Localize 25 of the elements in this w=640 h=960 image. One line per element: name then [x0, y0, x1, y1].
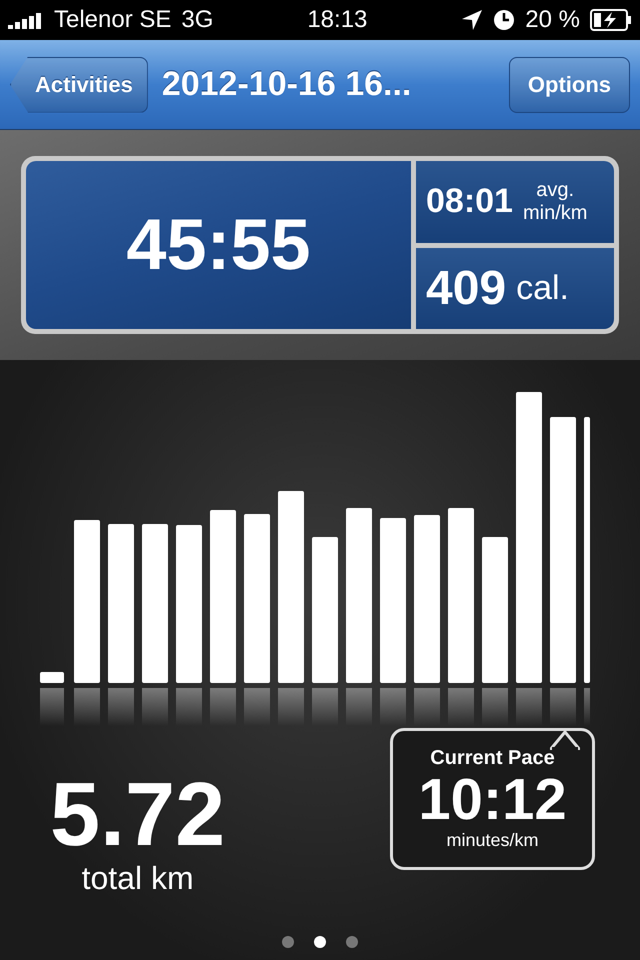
clock-icon: [493, 9, 516, 31]
current-pace-label: Current Pace: [430, 746, 555, 770]
current-pace-unit: minutes/km: [446, 830, 539, 852]
distance-unit: total km: [82, 860, 194, 897]
duration: 45:55: [26, 161, 411, 329]
options-button[interactable]: Options: [508, 56, 630, 112]
carrier-name: Telenor SE: [54, 6, 172, 34]
pace-unit: min/km: [522, 202, 588, 225]
page-dot[interactable]: [314, 936, 326, 948]
network-type: 3G: [181, 6, 214, 34]
page-dot[interactable]: [282, 936, 294, 948]
location-icon: [461, 9, 484, 31]
back-button[interactable]: Activities: [10, 56, 148, 112]
calories-value: 409: [426, 260, 506, 316]
nav-title: 2012-10-16 16...: [162, 65, 412, 104]
distance-value: 5.72: [50, 770, 226, 860]
signal-icon: [8, 11, 44, 29]
page-dot[interactable]: [346, 936, 358, 948]
current-pace-value: 10:12: [418, 770, 567, 830]
battery-percent: 20 %: [525, 6, 580, 34]
average-pace: 08:01: [426, 182, 513, 222]
calories-unit: cal.: [516, 268, 570, 308]
pace-unit: avg.: [536, 178, 574, 202]
clock-time: 18:13: [307, 6, 368, 34]
battery-charging-icon: [590, 9, 632, 31]
